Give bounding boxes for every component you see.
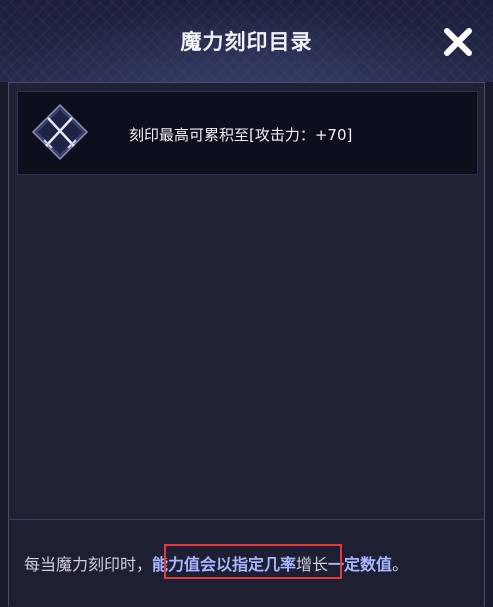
crossed-swords-icon — [30, 102, 90, 162]
inscription-catalog-dialog: 魔力刻印目录 刻印最高可累积至[攻击力：+70] 每当魔力刻印时，能力值会以指定… — [0, 0, 493, 607]
dialog-title: 魔力刻印目录 — [180, 30, 313, 54]
inscription-entry: 刻印最高可累积至[攻击力：+70] — [17, 91, 478, 175]
footer-highlight-probability: 能力值会以指定几率 — [152, 555, 297, 574]
footer-text-part1: 每当魔力刻印时， — [24, 555, 153, 574]
catalog-panel: 刻印最高可累积至[攻击力：+70] 每当魔力刻印时，能力值会以指定几率增长一定数… — [8, 82, 485, 607]
close-icon[interactable] — [440, 24, 476, 60]
inscription-max-text: 刻印最高可累积至[攻击力：+70] — [129, 126, 353, 144]
footer-text: 每当魔力刻印时，能力值会以指定几率增长一定数值。 — [24, 551, 408, 575]
footer-description: 每当魔力刻印时，能力值会以指定几率增长一定数值。 — [9, 520, 484, 607]
dialog-titlebar: 魔力刻印目录 — [0, 0, 493, 82]
footer-highlight-amount: 一定数值 — [328, 555, 393, 574]
footer-text-part2: 增长 — [296, 555, 329, 574]
footer-text-part3: 。 — [392, 555, 409, 574]
